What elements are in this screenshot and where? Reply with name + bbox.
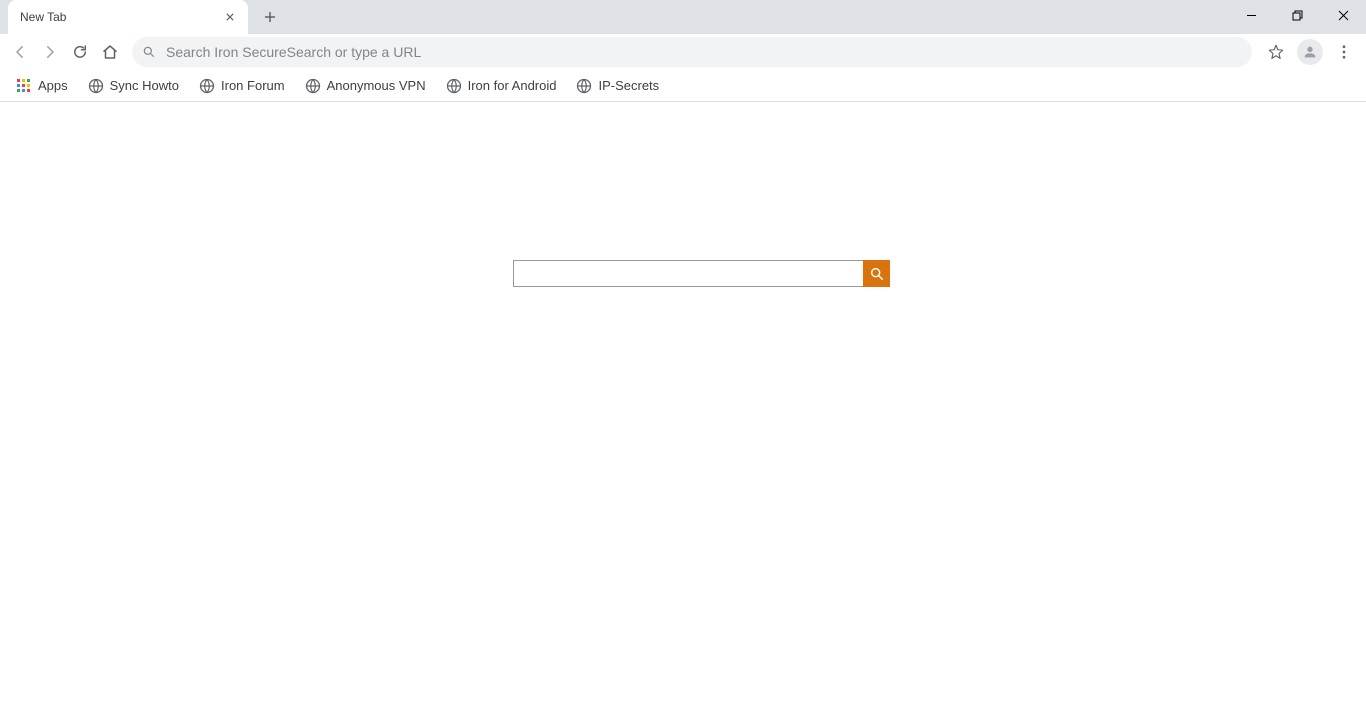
arrow-right-icon bbox=[41, 43, 59, 61]
reload-button[interactable] bbox=[66, 38, 94, 66]
close-icon bbox=[1338, 10, 1349, 21]
bookmark-label: Iron for Android bbox=[468, 78, 557, 93]
globe-icon bbox=[305, 78, 321, 94]
minimize-button[interactable] bbox=[1228, 0, 1274, 30]
browser-tab[interactable]: New Tab bbox=[8, 0, 248, 34]
tab-title: New Tab bbox=[20, 10, 222, 24]
page-search-button[interactable] bbox=[863, 260, 890, 287]
page-search-form bbox=[513, 260, 890, 287]
avatar-icon bbox=[1297, 39, 1323, 65]
bookmark-item[interactable]: IP-Secrets bbox=[568, 72, 667, 100]
minimize-icon bbox=[1246, 10, 1257, 21]
new-tab-button[interactable] bbox=[256, 3, 284, 31]
toolbar bbox=[0, 34, 1366, 70]
window-controls bbox=[1228, 0, 1366, 34]
kebab-menu-icon bbox=[1335, 43, 1353, 61]
address-bar[interactable] bbox=[132, 37, 1252, 67]
reload-icon bbox=[71, 43, 89, 61]
bookmark-item[interactable]: Sync Howto bbox=[80, 72, 187, 100]
bookmark-item[interactable]: Anonymous VPN bbox=[297, 72, 434, 100]
bookmark-label: IP-Secrets bbox=[598, 78, 659, 93]
close-tab-button[interactable] bbox=[222, 9, 238, 25]
tab-strip: New Tab bbox=[0, 0, 1366, 34]
person-icon bbox=[1302, 44, 1318, 60]
bookmark-label: Anonymous VPN bbox=[327, 78, 426, 93]
bookmarks-bar: Apps Sync Howto Iron Forum Anonymous VPN… bbox=[0, 70, 1366, 102]
page-content bbox=[0, 102, 1366, 728]
search-icon bbox=[869, 266, 885, 282]
back-button[interactable] bbox=[6, 38, 34, 66]
globe-icon bbox=[576, 78, 592, 94]
close-icon bbox=[226, 13, 234, 21]
forward-button[interactable] bbox=[36, 38, 64, 66]
close-window-button[interactable] bbox=[1320, 0, 1366, 30]
profile-button[interactable] bbox=[1294, 36, 1326, 68]
home-button[interactable] bbox=[96, 38, 124, 66]
apps-shortcut[interactable]: Apps bbox=[8, 72, 76, 100]
globe-icon bbox=[88, 78, 104, 94]
bookmark-item[interactable]: Iron Forum bbox=[191, 72, 293, 100]
maximize-icon bbox=[1292, 10, 1303, 21]
star-icon bbox=[1267, 43, 1285, 61]
bookmark-item[interactable]: Iron for Android bbox=[438, 72, 565, 100]
globe-icon bbox=[199, 78, 215, 94]
address-input[interactable] bbox=[166, 44, 1242, 60]
maximize-button[interactable] bbox=[1274, 0, 1320, 30]
plus-icon bbox=[264, 11, 276, 23]
arrow-left-icon bbox=[11, 43, 29, 61]
bookmark-star-button[interactable] bbox=[1260, 36, 1292, 68]
globe-icon bbox=[446, 78, 462, 94]
apps-label: Apps bbox=[38, 78, 68, 93]
home-icon bbox=[101, 43, 119, 61]
menu-button[interactable] bbox=[1328, 36, 1360, 68]
apps-grid-icon bbox=[16, 78, 32, 94]
bookmark-label: Sync Howto bbox=[110, 78, 179, 93]
bookmark-label: Iron Forum bbox=[221, 78, 285, 93]
page-search-input[interactable] bbox=[513, 260, 863, 287]
search-icon bbox=[142, 45, 156, 59]
